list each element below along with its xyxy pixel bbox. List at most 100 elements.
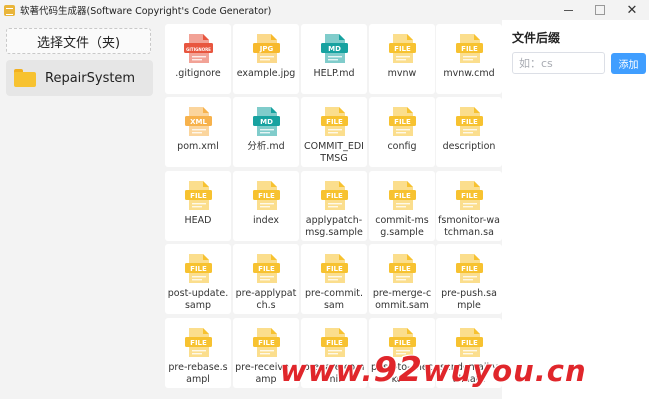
file-tile[interactable]: MD HELP.md	[301, 24, 367, 94]
file-type-icon: FILE	[456, 181, 483, 210]
file-name: index	[253, 215, 279, 226]
file-name: mvnw.cmd	[443, 68, 495, 79]
window-title: 软著代码生成器(Software Copyright's Code Genera…	[20, 6, 272, 17]
maximize-button[interactable]	[582, 0, 618, 20]
file-type-label: FILE	[461, 118, 478, 126]
file-type-icon: FILE	[456, 254, 483, 283]
minimize-button[interactable]	[550, 0, 586, 20]
title-bar: 软著代码生成器(Software Copyright's Code Genera…	[0, 0, 649, 20]
file-type-icon: FILE	[389, 254, 416, 283]
file-type-label: XML	[190, 118, 207, 126]
file-type-icon: FILE	[389, 181, 416, 210]
file-tile[interactable]: FILE pre-applypatch.s	[233, 244, 299, 314]
file-name: pre-rebase.sampl	[168, 362, 228, 385]
file-name: mvnw	[387, 68, 417, 79]
file-type-label: JPG	[259, 45, 274, 53]
file-type-icon: JPG	[253, 34, 280, 63]
suffix-panel: 文件后缀 添加	[502, 20, 649, 399]
sidebar: 选择文件（夹) RepairSystem	[0, 20, 160, 399]
file-tile[interactable]: FILE pre-push.sample	[436, 244, 502, 314]
file-name: pre-push.sample	[441, 288, 497, 311]
file-type-label: FILE	[190, 192, 207, 200]
file-type-label: FILE	[394, 45, 411, 53]
file-tile[interactable]: FILE index	[233, 171, 299, 241]
file-type-icon: FILE	[321, 107, 348, 136]
file-type-label: FILE	[326, 118, 343, 126]
file-type-label: GITIGNORE	[186, 47, 211, 52]
file-tile[interactable]: JPG example.jpg	[233, 24, 299, 94]
file-type-icon: XML	[185, 107, 212, 136]
file-name: commit-msg.sample	[375, 215, 429, 238]
file-type-icon: FILE	[185, 328, 212, 357]
file-type-icon: FILE	[456, 107, 483, 136]
folder-icon	[14, 69, 36, 87]
maximize-icon	[595, 5, 605, 15]
file-tile[interactable]: FILE COMMIT_EDITMSG	[301, 97, 367, 167]
file-name: pre-applypatch.s	[235, 288, 297, 311]
file-tile[interactable]: FILE post-update.samp	[165, 244, 231, 314]
file-name: config	[387, 141, 417, 152]
file-type-label: MD	[260, 118, 273, 126]
file-type-icon: MD	[321, 34, 348, 63]
file-type-label: FILE	[461, 45, 478, 53]
file-name: COMMIT_EDITMSG	[304, 141, 364, 164]
file-name: example.jpg	[236, 68, 296, 79]
file-tile[interactable]: XML pom.xml	[165, 97, 231, 167]
file-tile[interactable]: FILE pre-commit.sam	[301, 244, 367, 314]
file-tile[interactable]: FILE pre-rebase.sampl	[165, 318, 231, 388]
file-type-icon: FILE	[321, 181, 348, 210]
file-type-label: FILE	[326, 339, 343, 347]
file-type-icon: FILE	[389, 107, 416, 136]
file-type-label: FILE	[190, 339, 207, 347]
file-tile[interactable]: MD 分析.md	[233, 97, 299, 167]
file-type-icon: FILE	[253, 328, 280, 357]
file-tile[interactable]: FILE commit-msg.sample	[369, 171, 435, 241]
file-type-icon: FILE	[456, 34, 483, 63]
file-tile[interactable]: FILE config	[369, 97, 435, 167]
suffix-input[interactable]	[512, 52, 605, 74]
file-name: HEAD	[184, 215, 212, 226]
file-tile[interactable]: FILE HEAD	[165, 171, 231, 241]
file-tile[interactable]: GITIGNORE .gitignore	[165, 24, 231, 94]
file-grid: GITIGNORE .gitignore JPG example.jpg MD HELP.…	[160, 20, 502, 399]
file-type-label: FILE	[258, 265, 275, 273]
file-type-label: FILE	[326, 192, 343, 200]
file-tile[interactable]: FILE applypatch-msg.sample	[301, 171, 367, 241]
file-type-icon: FILE	[253, 254, 280, 283]
file-type-icon: FILE	[185, 254, 212, 283]
file-type-label: FILE	[258, 192, 275, 200]
file-type-icon: FILE	[321, 254, 348, 283]
minimize-icon	[563, 9, 573, 11]
file-type-icon: FILE	[253, 181, 280, 210]
sidebar-item-repairsystem[interactable]: RepairSystem	[6, 60, 153, 96]
file-name: pom.xml	[177, 141, 219, 152]
file-tile[interactable]: FILE mvnw.cmd	[436, 24, 502, 94]
suffix-title: 文件后缀	[512, 31, 561, 45]
project-label: RepairSystem	[45, 70, 136, 86]
app-icon	[4, 4, 15, 16]
close-icon: ✕	[626, 2, 638, 18]
file-name: applypatch-msg.sample	[305, 215, 363, 238]
file-type-label: FILE	[394, 118, 411, 126]
add-suffix-button[interactable]: 添加	[611, 53, 646, 74]
file-type-label: FILE	[394, 192, 411, 200]
close-button[interactable]: ✕	[614, 0, 649, 20]
file-name: .gitignore	[175, 68, 221, 79]
file-type-label: FILE	[461, 265, 478, 273]
file-tile[interactable]: FILE fsmonitor-watchman.sa	[436, 171, 502, 241]
file-tile[interactable]: FILE pre-merge-commit.sam	[369, 244, 435, 314]
file-type-label: FILE	[190, 265, 207, 273]
file-type-icon: MD	[253, 107, 280, 136]
file-type-label: FILE	[461, 339, 478, 347]
file-tile[interactable]: FILE mvnw	[369, 24, 435, 94]
file-name: 分析.md	[247, 141, 285, 152]
file-name: description	[442, 141, 496, 152]
file-type-label: FILE	[258, 339, 275, 347]
file-name: pre-commit.sam	[305, 288, 363, 311]
select-folder-button[interactable]: 选择文件（夹)	[6, 28, 151, 54]
file-type-icon: FILE	[389, 34, 416, 63]
file-name: post-update.samp	[167, 288, 229, 311]
file-tile[interactable]: FILE description	[436, 97, 502, 167]
file-type-label: FILE	[461, 192, 478, 200]
file-type-icon: GITIGNORE	[184, 34, 213, 63]
